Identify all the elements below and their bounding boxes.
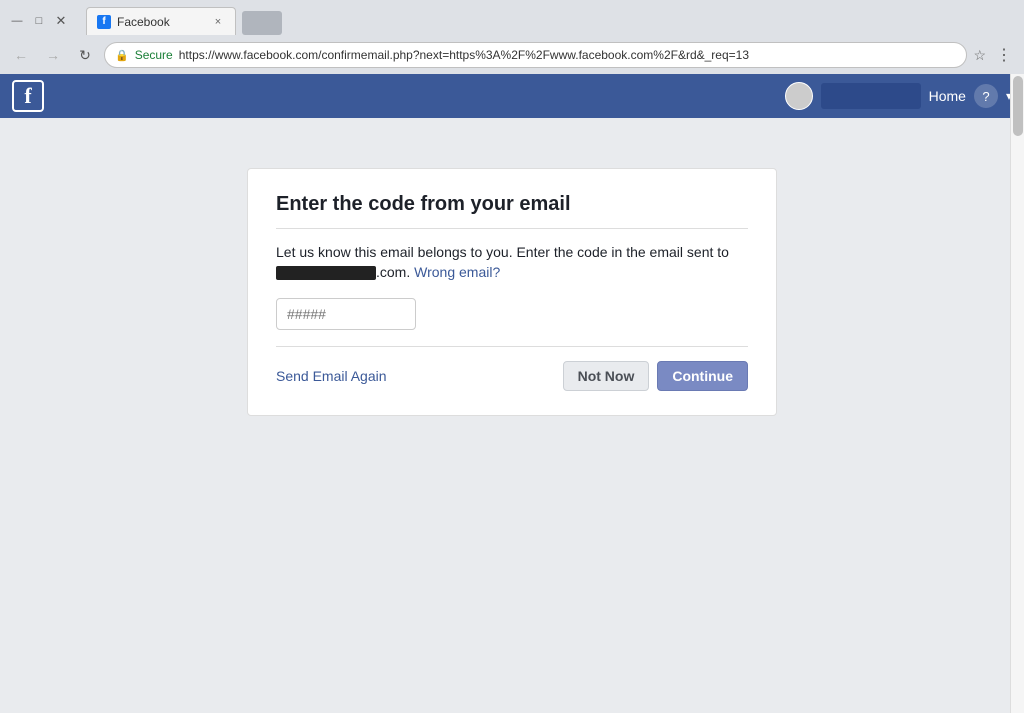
code-input[interactable] xyxy=(276,298,416,330)
divider xyxy=(276,346,748,347)
scrollbar-thumb[interactable] xyxy=(1013,76,1023,136)
modal-description: Let us know this email belongs to you. E… xyxy=(276,243,748,282)
action-buttons: Not Now Continue xyxy=(563,361,748,391)
send-email-again-link[interactable]: Send Email Again xyxy=(276,368,387,384)
email-redacted xyxy=(276,266,376,280)
help-button[interactable]: ? xyxy=(974,84,998,108)
title-bar: — □ ✕ f Facebook × xyxy=(0,0,1024,36)
modal-actions: Send Email Again Not Now Continue xyxy=(276,361,748,391)
restore-icon[interactable]: □ xyxy=(30,12,48,30)
browser-menu-icon[interactable]: ⋮ xyxy=(992,43,1016,67)
user-name-bar xyxy=(821,83,921,109)
extra-tab xyxy=(242,11,282,35)
back-button[interactable]: ← xyxy=(8,42,34,68)
reload-button[interactable]: ↻ xyxy=(72,42,98,68)
scrollbar[interactable] xyxy=(1010,74,1024,713)
page-content: Enter the code from your email Let us kn… xyxy=(0,118,1024,713)
bookmark-icon[interactable]: ☆ xyxy=(973,47,986,64)
address-bar-row: ← → ↻ 🔒 Secure https://www.facebook.com/… xyxy=(0,36,1024,74)
address-bar[interactable]: 🔒 Secure https://www.facebook.com/confir… xyxy=(104,42,967,68)
wrong-email-link[interactable]: Wrong email? xyxy=(414,264,500,280)
tab-title: Facebook xyxy=(117,15,205,29)
email-suffix: .com. xyxy=(376,264,410,280)
facebook-logo: f xyxy=(12,80,44,112)
email-confirmation-modal: Enter the code from your email Let us kn… xyxy=(247,168,777,416)
minimize-icon[interactable]: — xyxy=(8,12,26,30)
close-icon[interactable]: ✕ xyxy=(52,12,70,30)
forward-button[interactable]: → xyxy=(40,42,66,68)
home-nav-button[interactable]: Home xyxy=(929,88,966,104)
lock-icon: 🔒 xyxy=(115,49,129,62)
not-now-button[interactable]: Not Now xyxy=(563,361,650,391)
active-tab[interactable]: f Facebook × xyxy=(86,7,236,35)
secure-label: Secure xyxy=(135,48,173,62)
continue-button[interactable]: Continue xyxy=(657,361,748,391)
modal-title: Enter the code from your email xyxy=(276,193,748,229)
user-avatar xyxy=(785,82,813,110)
tab-favicon: f xyxy=(97,15,111,29)
url-display: https://www.facebook.com/confirmemail.ph… xyxy=(179,48,957,62)
facebook-header: f Home ? ▾ xyxy=(0,74,1024,118)
description-text: Let us know this email belongs to you. E… xyxy=(276,244,729,260)
tab-close-button[interactable]: × xyxy=(211,15,225,29)
